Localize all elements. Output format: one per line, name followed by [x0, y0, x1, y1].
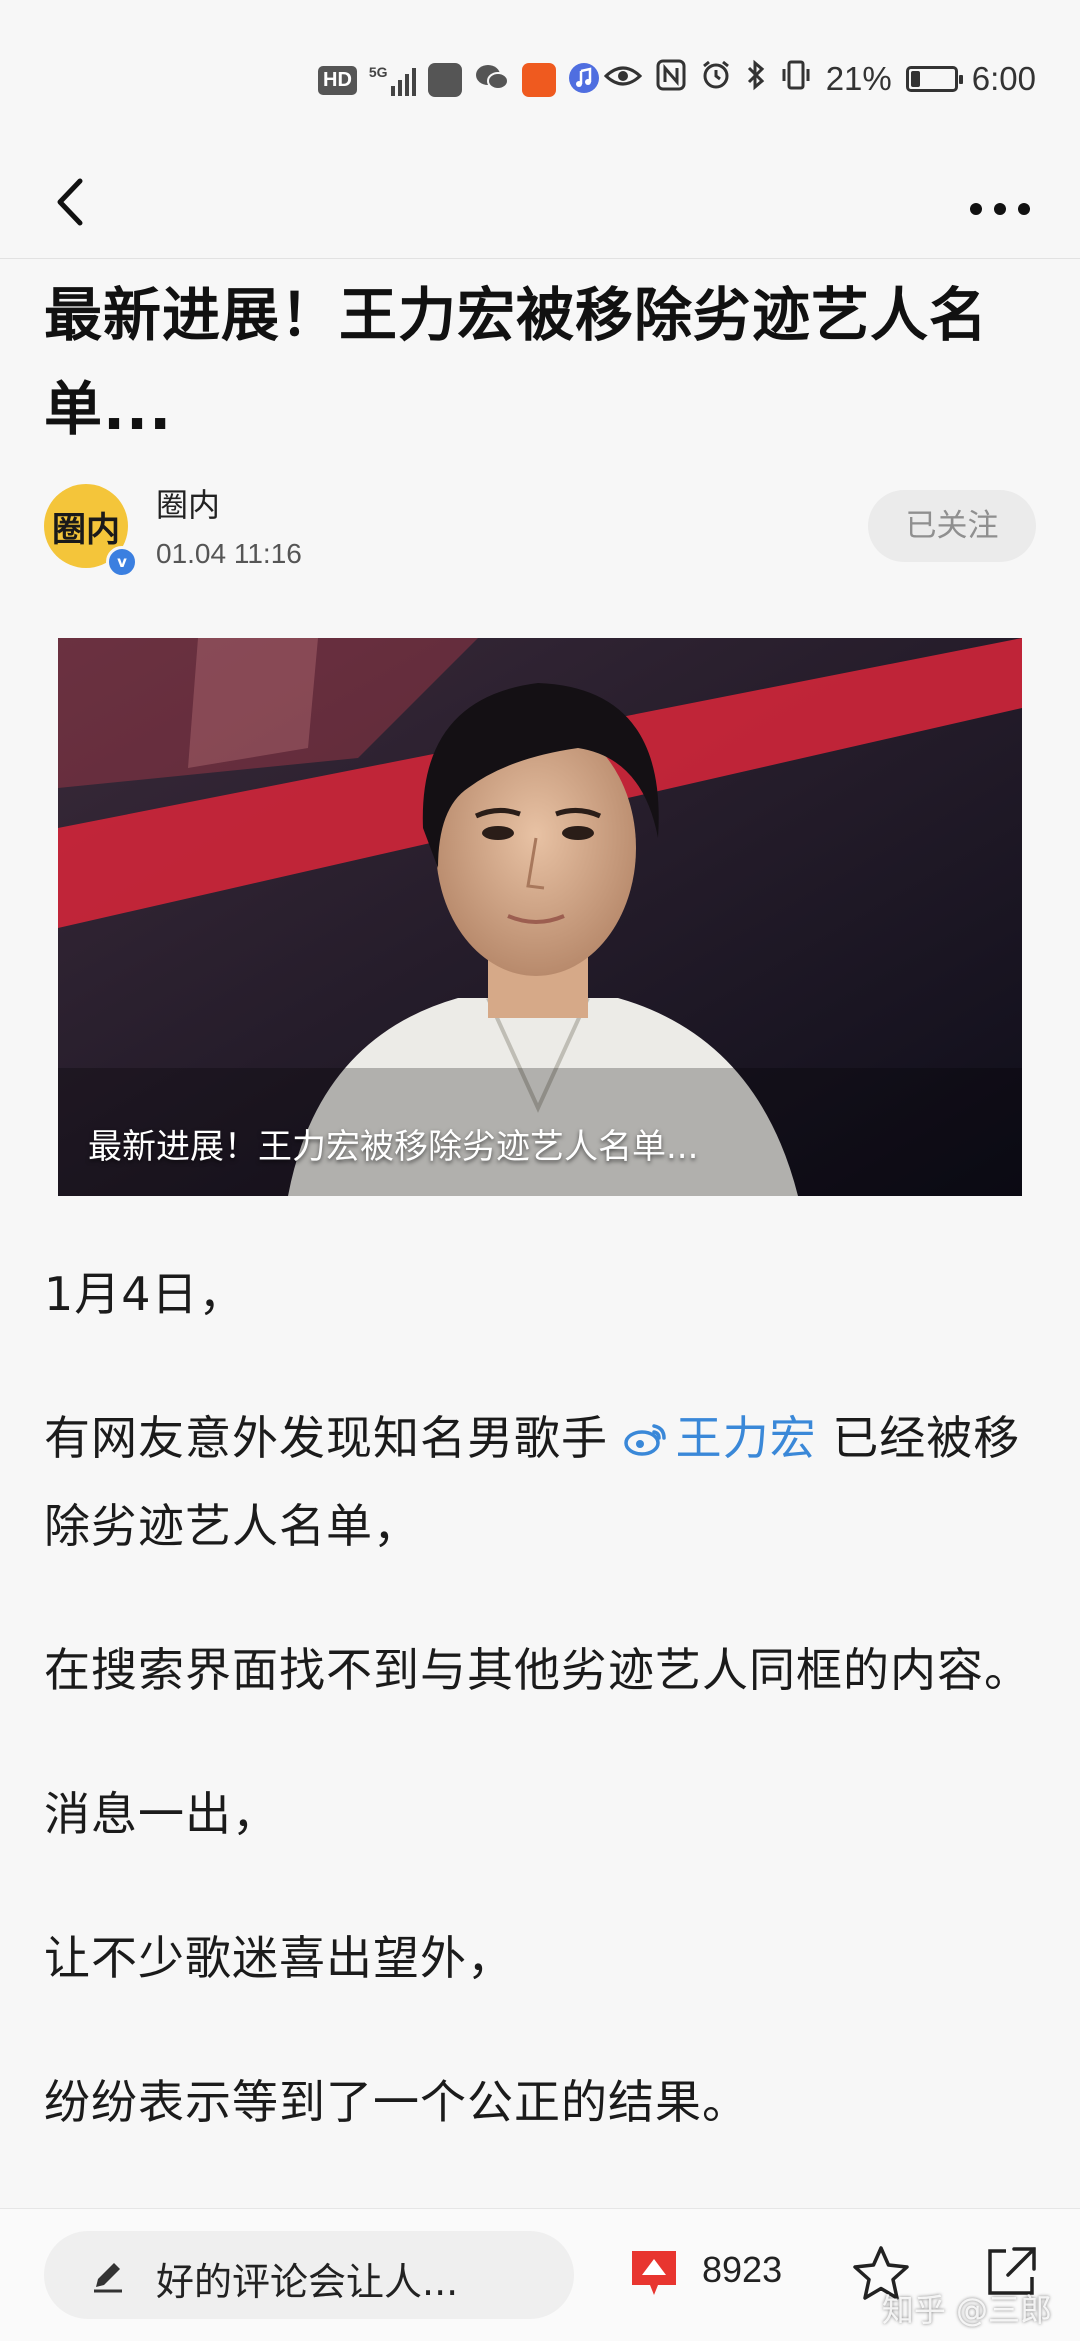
author-row: 圈内 v 圈内 01.04 11:16 已关注 [44, 480, 1036, 580]
status-left-icons: HD 5G [318, 60, 600, 100]
image-caption: 最新进展！王力宏被移除劣迹艺人名单... [88, 1127, 699, 1167]
signal-icon: 5G [369, 64, 416, 96]
clock-time: 6:00 [971, 60, 1036, 97]
paragraph: 纷纷表示等到了一个公正的结果。 [44, 2075, 749, 2129]
wechat-icon [474, 62, 510, 98]
paragraph: 在搜索界面找不到与其他劣迹艺人同框的内容。 [44, 1643, 1031, 1697]
watermark: 知乎 @三郎 [881, 2291, 1052, 2329]
paragraph: 消息一出， [44, 1787, 279, 1841]
nfc-icon [656, 59, 686, 99]
singer-photo [58, 638, 1022, 1196]
article-image[interactable]: 最新进展！王力宏被移除劣迹艺人名单... [58, 638, 1022, 1196]
paragraph-text: 有网友意外发现知名男歌手 [44, 1411, 624, 1465]
battery-icon [905, 66, 963, 92]
follow-button[interactable]: 已关注 [868, 490, 1036, 562]
verified-badge-icon: v [106, 546, 138, 578]
eye-icon [603, 60, 642, 98]
weibo-icon [623, 1424, 666, 1456]
paragraph: 让不少歌迷喜出望外， [44, 1931, 514, 1985]
bottom-action-bar: 好的评论会让人... 8923 知乎 @三郎 [0, 2208, 1080, 2341]
battery-percent: 21% [825, 60, 892, 97]
more-dots-icon[interactable] [960, 167, 1040, 237]
vibrate-icon [780, 59, 812, 99]
avatar-logo-text: 圈内 [52, 510, 120, 550]
like-icon[interactable] [626, 2245, 682, 2301]
mention-name: 王力宏 [675, 1411, 817, 1465]
paragraph: 1月4日， [44, 1267, 246, 1321]
paragraph: 有网友意外发现知名男歌手 王力宏 已经被移除劣迹艺人名单， [44, 1394, 1044, 1570]
battery-level [910, 71, 920, 87]
back-arrow-icon[interactable] [40, 167, 110, 237]
article-title: 最新进展！王力宏被移除劣迹艺人名单... [44, 281, 989, 443]
weibo-mention-link[interactable]: 王力宏 [623, 1411, 817, 1465]
nav-bar [0, 155, 1080, 259]
alarm-icon [700, 59, 732, 99]
article-body: 1月4日， 有网友意外发现知名男歌手 王力宏 已经被移除劣迹艺人名单， 在搜索界… [44, 1250, 1044, 2202]
publish-time: 01.04 11:16 [156, 538, 302, 569]
music-icon [568, 62, 600, 98]
pen-icon [94, 2263, 122, 2293]
hd-icon: HD [318, 65, 357, 95]
app-icon [521, 63, 556, 97]
like-count[interactable]: 8923 [702, 2249, 782, 2291]
author-name[interactable]: 圈内 [156, 480, 220, 526]
network-type: 5G [368, 64, 388, 80]
comment-placeholder: 好的评论会让人... [156, 2260, 459, 2304]
huawei-app-icon [427, 63, 462, 97]
status-bar: HD 5G 21% 6:00 [0, 0, 1080, 155]
comment-input[interactable]: 好的评论会让人... [44, 2231, 574, 2319]
status-right-icons: 21% 6:00 [603, 58, 1036, 100]
bluetooth-icon [746, 59, 766, 99]
